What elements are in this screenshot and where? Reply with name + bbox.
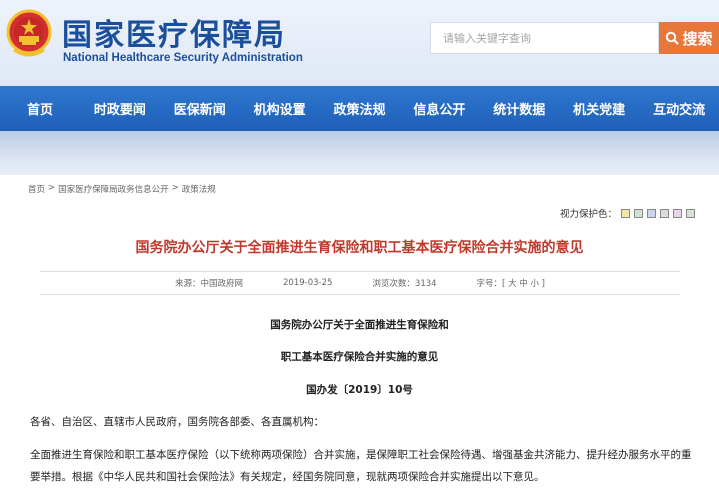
- breadcrumb-home[interactable]: 首页: [28, 183, 45, 195]
- eye-care-swatch[interactable]: [686, 208, 695, 218]
- page-banner: [0, 131, 719, 175]
- site-header: 国家医疗保障局 National Healthcare Security Adm…: [0, 0, 719, 86]
- nav-item-statistics[interactable]: 统计数据: [479, 99, 559, 118]
- nav-item-organization[interactable]: 机构设置: [240, 99, 320, 118]
- nav-item-party[interactable]: 机关党建: [559, 99, 639, 118]
- breadcrumb-disclosure[interactable]: 国家医疗保障局政务信息公开: [58, 183, 169, 195]
- search-button-label: 搜索: [682, 29, 713, 48]
- article-source: 来源：中国政府网: [174, 279, 243, 289]
- breadcrumb-separator: >: [48, 183, 56, 193]
- search-button[interactable]: 搜索: [659, 22, 719, 54]
- search-box: [430, 22, 659, 54]
- nav-item-news[interactable]: 时政要闻: [80, 99, 160, 118]
- national-emblem-icon: [6, 9, 52, 57]
- article-content: 首页 > 国家医疗保障局政务信息公开 > 政策法规 视力保护色： 国务院办公厅关…: [0, 175, 719, 492]
- main-nav: 首页 时政要闻 医保新闻 机构设置 政策法规 信息公开 统计数据 机关党建 互动…: [0, 86, 719, 131]
- eye-care-swatch[interactable]: [634, 208, 643, 218]
- body-title-line2: 职工基本医疗保险合并实施的意见: [280, 351, 439, 363]
- breadcrumb-separator: >: [171, 183, 179, 193]
- font-size-control[interactable]: 字号：[ 大 中 小 ]: [477, 277, 545, 289]
- eye-care-swatch[interactable]: [647, 208, 656, 218]
- body-title-line1: 国务院办公厅关于全面推进生育保险和: [270, 319, 449, 331]
- search-icon: [666, 31, 680, 45]
- nav-item-medical-news[interactable]: 医保新闻: [160, 99, 240, 118]
- nav-item-policies[interactable]: 政策法规: [320, 99, 400, 118]
- nav-item-home[interactable]: 首页: [0, 99, 80, 118]
- article-meta: 来源：中国政府网 2019-03-25 浏览次数：3134 字号：[ 大 中 小…: [40, 271, 680, 295]
- eye-care-swatch[interactable]: [660, 208, 669, 218]
- site-title[interactable]: 国家医疗保障局: [62, 10, 286, 54]
- article-date: 2019-03-25: [283, 278, 333, 288]
- eye-care-swatch[interactable]: [621, 208, 630, 218]
- nav-item-disclosure[interactable]: 信息公开: [399, 99, 479, 118]
- article-views: 浏览次数：3134: [372, 279, 437, 289]
- recipients: 各省、自治区、直辖市人民政府，国务院各部委、各直属机构：: [30, 416, 324, 428]
- breadcrumb-policies[interactable]: 政策法规: [182, 183, 216, 195]
- nav-item-interaction[interactable]: 互动交流: [639, 99, 719, 118]
- article-title: 国务院办公厅关于全面推进生育保险和职工基本医疗保险合并实施的意见: [135, 240, 584, 256]
- article-paragraph: 全面推进生育保险和职工基本医疗保险（以下统称两项保险）合并实施，是保障职工社会保…: [30, 449, 692, 483]
- eye-care-colors: 视力保护色：: [560, 206, 695, 220]
- site-subtitle: National Healthcare Security Administrat…: [63, 52, 303, 64]
- search-input[interactable]: [431, 23, 658, 53]
- eye-care-swatch[interactable]: [673, 208, 682, 218]
- breadcrumb: 首页 > 国家医疗保障局政务信息公开 > 政策法规: [28, 183, 216, 195]
- document-number: 国办发〔2019〕10号: [306, 384, 413, 396]
- eye-care-label: 视力保护色：: [559, 209, 617, 220]
